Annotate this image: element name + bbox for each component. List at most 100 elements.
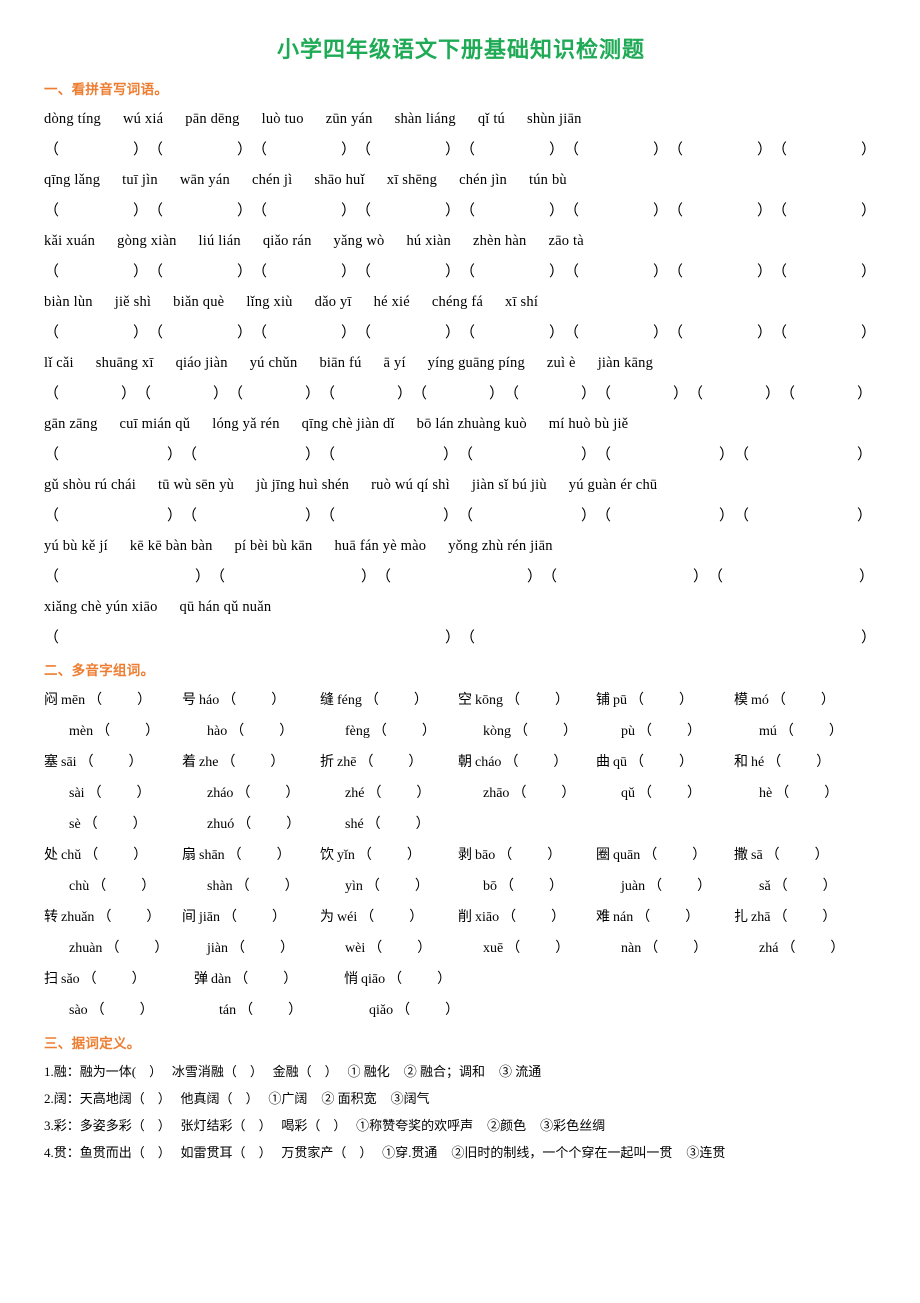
polyphone-answer-blank[interactable]: （ ） bbox=[237, 809, 300, 840]
answer-blank[interactable]: （ ） bbox=[356, 257, 460, 287]
polyphone-answer-blank[interactable]: （ ） bbox=[630, 685, 693, 716]
answer-blank[interactable]: （ ） bbox=[252, 196, 356, 226]
answer-blank[interactable]: （ ） bbox=[148, 135, 252, 165]
polyphone-answer-blank[interactable]: （ ） bbox=[775, 778, 838, 809]
polyphone-answer-blank[interactable]: （ ） bbox=[92, 871, 155, 902]
polyphone-answer-blank[interactable]: （ ） bbox=[236, 778, 299, 809]
answer-blank[interactable]: （ ） bbox=[668, 135, 772, 165]
polyphone-answer-blank[interactable]: （ ） bbox=[239, 995, 302, 1026]
polyphone-answer-blank[interactable]: （ ） bbox=[638, 716, 701, 747]
answer-blank[interactable]: （ ） bbox=[460, 135, 564, 165]
polyphone-answer-blank[interactable]: （ ） bbox=[97, 902, 160, 933]
polyphone-answer-blank[interactable]: （ ） bbox=[96, 716, 159, 747]
definition-usage-blank[interactable]: 喝彩（ bbox=[281, 1112, 320, 1139]
polyphone-answer-blank[interactable]: （ ） bbox=[368, 933, 431, 964]
answer-blank[interactable]: （ ） bbox=[44, 196, 148, 226]
answer-blank[interactable]: （ ） bbox=[458, 440, 596, 470]
answer-blank[interactable]: （ ） bbox=[44, 623, 460, 653]
definition-usage-blank[interactable]: 如雷贯耳（ bbox=[181, 1139, 246, 1166]
answer-blank[interactable]: （ ） bbox=[182, 440, 320, 470]
polyphone-answer-blank[interactable]: （ ） bbox=[773, 902, 836, 933]
polyphone-answer-blank[interactable]: （ ） bbox=[766, 840, 829, 871]
answer-blank[interactable]: （ ） bbox=[44, 501, 182, 531]
answer-blank[interactable]: （ ） bbox=[148, 257, 252, 287]
answer-blank[interactable]: （ ） bbox=[772, 257, 876, 287]
answer-blank[interactable]: （ ） bbox=[44, 440, 182, 470]
polyphone-answer-blank[interactable]: （ ） bbox=[630, 747, 693, 778]
polyphone-answer-blank[interactable]: （ ） bbox=[231, 933, 294, 964]
polyphone-answer-blank[interactable]: （ ） bbox=[360, 902, 423, 933]
definition-usage-blank[interactable]: 冰雪消融（ bbox=[172, 1058, 237, 1085]
polyphone-answer-blank[interactable]: （ ） bbox=[367, 809, 430, 840]
definition-usage-blank[interactable]: 万贯家产（ bbox=[281, 1139, 346, 1166]
answer-blank[interactable]: （ ） bbox=[460, 196, 564, 226]
answer-blank[interactable]: （ ） bbox=[734, 440, 872, 470]
polyphone-answer-blank[interactable]: （ ） bbox=[234, 964, 297, 995]
polyphone-answer-blank[interactable]: （ ） bbox=[84, 840, 147, 871]
polyphone-answer-blank[interactable]: （ ） bbox=[80, 747, 143, 778]
polyphone-answer-blank[interactable]: （ ） bbox=[396, 995, 459, 1026]
answer-blank[interactable]: （ ） bbox=[148, 318, 252, 348]
answer-blank[interactable]: （ ） bbox=[772, 135, 876, 165]
answer-blank[interactable]: （ ） bbox=[356, 318, 460, 348]
answer-blank[interactable]: （ ） bbox=[44, 379, 136, 409]
answer-blank[interactable]: （ ） bbox=[734, 501, 872, 531]
polyphone-answer-blank[interactable]: （ ） bbox=[506, 933, 569, 964]
polyphone-answer-blank[interactable]: （ ） bbox=[365, 685, 428, 716]
polyphone-answer-blank[interactable]: （ ） bbox=[502, 902, 565, 933]
answer-blank[interactable]: （ ） bbox=[564, 196, 668, 226]
polyphone-answer-blank[interactable]: （ ） bbox=[772, 685, 835, 716]
polyphone-answer-blank[interactable]: （ ） bbox=[500, 871, 563, 902]
polyphone-answer-blank[interactable]: （ ） bbox=[366, 871, 429, 902]
polyphone-answer-blank[interactable]: （ ） bbox=[512, 778, 575, 809]
answer-blank[interactable]: （ ） bbox=[458, 501, 596, 531]
answer-blank[interactable]: （ ） bbox=[210, 562, 376, 592]
answer-blank[interactable]: （ ） bbox=[376, 562, 542, 592]
polyphone-answer-blank[interactable]: （ ） bbox=[498, 840, 561, 871]
answer-blank[interactable]: （ ） bbox=[148, 196, 252, 226]
answer-blank[interactable]: （ ） bbox=[356, 196, 460, 226]
polyphone-answer-blank[interactable]: （ ） bbox=[105, 933, 168, 964]
polyphone-answer-blank[interactable]: （ ） bbox=[780, 716, 843, 747]
definition-usage-blank[interactable]: 天高地阔（ bbox=[80, 1085, 145, 1112]
polyphone-answer-blank[interactable]: （ ） bbox=[236, 871, 299, 902]
polyphone-answer-blank[interactable]: （ ） bbox=[223, 902, 286, 933]
answer-blank[interactable]: （ ） bbox=[668, 318, 772, 348]
answer-blank[interactable]: （ ） bbox=[564, 257, 668, 287]
polyphone-answer-blank[interactable]: （ ） bbox=[84, 809, 147, 840]
polyphone-answer-blank[interactable]: （ ） bbox=[88, 685, 151, 716]
answer-blank[interactable]: （ ） bbox=[668, 196, 772, 226]
polyphone-answer-blank[interactable]: （ ） bbox=[91, 995, 154, 1026]
definition-usage-blank[interactable]: 鱼贯而出（ bbox=[80, 1139, 145, 1166]
polyphone-answer-blank[interactable]: （ ） bbox=[358, 840, 421, 871]
answer-blank[interactable]: （ ） bbox=[252, 318, 356, 348]
answer-blank[interactable]: （ ） bbox=[542, 562, 708, 592]
answer-blank[interactable]: （ ） bbox=[564, 318, 668, 348]
polyphone-answer-blank[interactable]: （ ） bbox=[781, 933, 844, 964]
polyphone-answer-blank[interactable]: （ ） bbox=[514, 716, 577, 747]
polyphone-answer-blank[interactable]: （ ） bbox=[83, 964, 146, 995]
answer-blank[interactable]: （ ） bbox=[44, 135, 148, 165]
polyphone-answer-blank[interactable]: （ ） bbox=[506, 685, 569, 716]
answer-blank[interactable]: （ ） bbox=[504, 379, 596, 409]
polyphone-answer-blank[interactable]: （ ） bbox=[638, 778, 701, 809]
polyphone-answer-blank[interactable]: （ ） bbox=[643, 840, 706, 871]
polyphone-answer-blank[interactable]: （ ） bbox=[230, 716, 293, 747]
answer-blank[interactable]: （ ） bbox=[596, 440, 734, 470]
answer-blank[interactable]: （ ） bbox=[564, 135, 668, 165]
answer-blank[interactable]: （ ） bbox=[252, 135, 356, 165]
answer-blank[interactable]: （ ） bbox=[182, 501, 320, 531]
answer-blank[interactable]: （ ） bbox=[136, 379, 228, 409]
polyphone-answer-blank[interactable]: （ ） bbox=[774, 871, 837, 902]
answer-blank[interactable]: （ ） bbox=[44, 318, 148, 348]
polyphone-answer-blank[interactable]: （ ） bbox=[767, 747, 830, 778]
polyphone-answer-blank[interactable]: （ ） bbox=[388, 964, 451, 995]
polyphone-answer-blank[interactable]: （ ） bbox=[222, 685, 285, 716]
definition-usage-blank[interactable]: 张灯结彩（ bbox=[181, 1112, 246, 1139]
definition-usage-blank[interactable]: 他真阔（ bbox=[181, 1085, 233, 1112]
answer-blank[interactable]: （ ） bbox=[228, 379, 320, 409]
answer-blank[interactable]: （ ） bbox=[320, 501, 458, 531]
polyphone-answer-blank[interactable]: （ ） bbox=[359, 747, 422, 778]
answer-blank[interactable]: （ ） bbox=[356, 135, 460, 165]
polyphone-answer-blank[interactable]: （ ） bbox=[644, 933, 707, 964]
